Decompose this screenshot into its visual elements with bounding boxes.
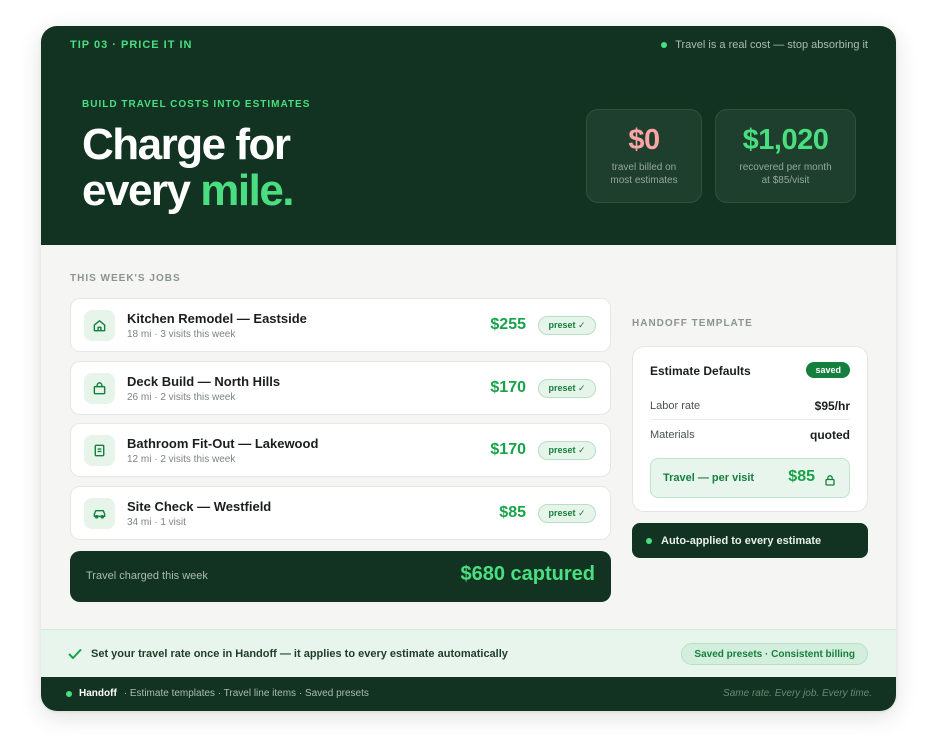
estimate-defaults-card: Estimate Defaults saved Labor rate $95/h…: [632, 346, 868, 512]
job-title: Site Check — Westfield: [127, 499, 272, 514]
headline-accent: mile.: [200, 166, 294, 215]
template-row-labor: Labor rate $95/hr: [650, 392, 850, 420]
footer-brand: Handoff: [79, 688, 117, 699]
job-price: $170: [490, 441, 526, 458]
job-meta: 18 mi · 3 visits this week: [127, 329, 236, 340]
job-row-deck[interactable]: Deck Build — North Hills 26 mi · 2 visit…: [70, 361, 611, 415]
preset-badge: preset ✓: [538, 316, 596, 335]
total-value: $680 captured: [460, 563, 595, 585]
row-key: Materials: [650, 429, 695, 441]
footer-left: Handoff · Estimate templates · Travel li…: [66, 688, 369, 699]
job-title: Bathroom Fit-Out — Lakewood: [127, 436, 319, 451]
job-price: $170: [490, 379, 526, 396]
footer: Handoff · Estimate templates · Travel li…: [41, 677, 896, 711]
preset-badge: preset ✓: [538, 504, 596, 523]
template-row-materials: Materials quoted: [650, 421, 850, 449]
stat-card-recovered: $1,020 recovered per month at $85/visit: [715, 109, 856, 203]
tagline: Travel is a real cost — stop absorbing i…: [661, 39, 868, 51]
row-key: Labor rate: [650, 399, 701, 412]
banner-pill: Saved presets · Consistent billing: [681, 643, 868, 665]
tip-label: TIP 03 · PRICE IT IN: [70, 39, 193, 51]
footer-slogan: Same rate. Every job. Every time.: [723, 688, 872, 699]
stat-card-billed: $0 travel billed on most estimates: [586, 109, 702, 203]
preset-badge: preset ✓: [538, 441, 596, 460]
document-icon: [84, 435, 115, 466]
row-value: $95/hr: [814, 398, 850, 413]
stat-value: $1,020: [742, 124, 829, 156]
stat-caption-line-2: most estimates: [610, 175, 678, 186]
status-dot-icon: [646, 537, 652, 544]
stat-caption-line-2: at $85/visit: [761, 175, 810, 186]
job-row-bathroom[interactable]: Bathroom Fit-Out — Lakewood 12 mi · 2 vi…: [70, 423, 611, 477]
tagline-text: Travel is a real cost — stop absorbing i…: [675, 39, 868, 51]
jobs-section-label: THIS WEEK'S JOBS: [70, 273, 181, 284]
job-price: $85: [499, 504, 526, 521]
travel-key: Travel — per visit: [663, 472, 755, 484]
travel-rate-row[interactable]: Travel — per visit $85: [650, 458, 850, 498]
auto-applied-text: Auto-applied to every estimate: [661, 534, 822, 547]
job-price: $255: [490, 316, 526, 333]
weekly-total-bar: Travel charged this week $680 captured: [70, 551, 611, 602]
hero-headline: Charge for every mile.: [82, 120, 295, 215]
template-section-label: HANDOFF TEMPLATE: [632, 318, 753, 329]
total-label: Travel charged this week: [86, 570, 208, 582]
job-meta: 12 mi · 2 visits this week: [127, 454, 236, 465]
job-row-site-check[interactable]: Site Check — Westfield 34 mi · 1 visit $…: [70, 486, 611, 540]
stat-value: $0: [628, 124, 660, 156]
check-icon: [68, 647, 82, 665]
stat-caption: travel billed on most estimates: [587, 161, 701, 187]
status-dot-icon: [66, 690, 72, 697]
status-dot-icon: [661, 42, 668, 48]
tip-card: TIP 03 · PRICE IT IN Travel is a real co…: [41, 26, 896, 711]
stat-caption: recovered per month at $85/visit: [716, 161, 855, 187]
lock-icon: [824, 473, 836, 491]
preset-badge: preset ✓: [538, 379, 596, 398]
headline-line-1: Charge for: [82, 120, 291, 169]
stat-caption-line-1: travel billed on: [611, 162, 677, 173]
row-value: quoted: [810, 428, 850, 442]
headline-line-2: every mile.: [82, 166, 295, 215]
auto-applied-bar: Auto-applied to every estimate: [632, 523, 868, 558]
briefcase-icon: [84, 373, 115, 404]
saved-badge: saved: [806, 362, 850, 378]
headline-line-2-start: every: [82, 166, 191, 215]
hero-section: TIP 03 · PRICE IT IN Travel is a real co…: [41, 26, 896, 245]
job-row-kitchen[interactable]: Kitchen Remodel — Eastside 18 mi · 3 vis…: [70, 298, 611, 352]
footer-links: · Estimate templates · Travel line items…: [123, 688, 369, 699]
job-meta: 34 mi · 1 visit: [127, 517, 186, 528]
hero-eyebrow: BUILD TRAVEL COSTS INTO ESTIMATES: [82, 99, 311, 110]
car-icon: [84, 498, 115, 529]
house-icon: [84, 310, 115, 341]
template-title: Estimate Defaults: [650, 364, 751, 378]
info-banner: Set your travel rate once in Handoff — i…: [41, 629, 896, 677]
job-title: Kitchen Remodel — Eastside: [127, 311, 307, 326]
banner-text: Set your travel rate once in Handoff — i…: [91, 648, 508, 660]
job-meta: 26 mi · 2 visits this week: [127, 392, 236, 403]
stat-caption-line-1: recovered per month: [739, 162, 832, 173]
job-title: Deck Build — North Hills: [127, 374, 281, 389]
travel-value: $85: [788, 468, 815, 485]
